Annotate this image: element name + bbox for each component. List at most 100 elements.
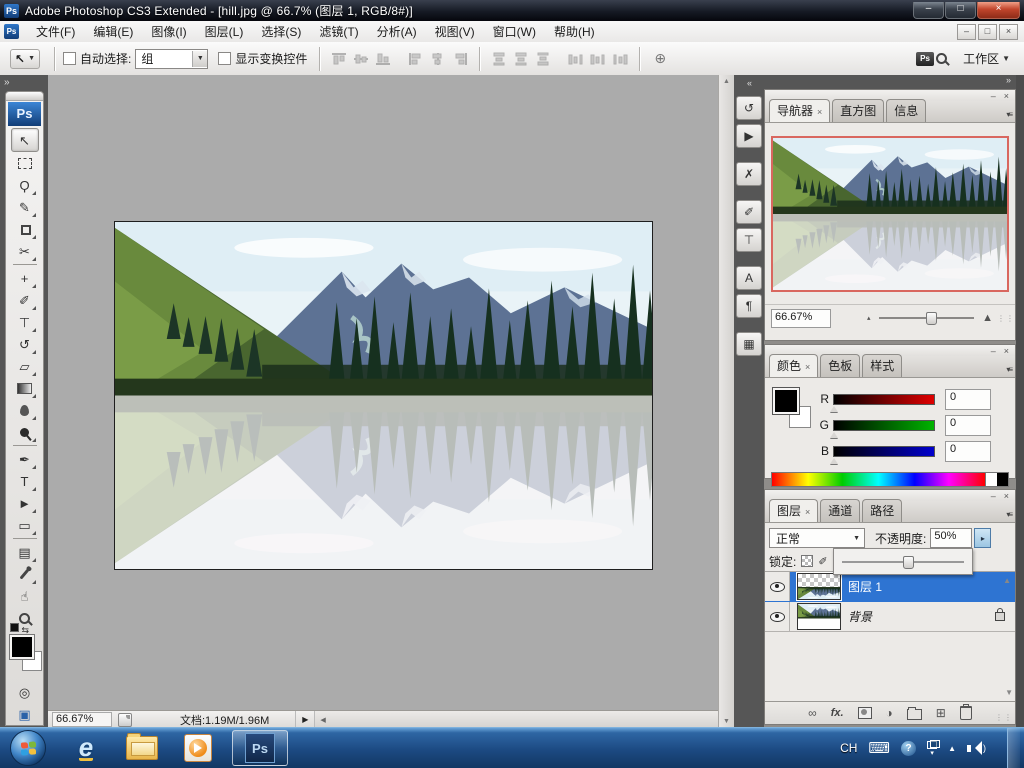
- clone-stamp-tool[interactable]: ⊤: [12, 311, 38, 333]
- status-options-arrow-icon[interactable]: ▶: [295, 711, 316, 728]
- brush-tool[interactable]: ✐: [12, 289, 38, 311]
- align-left-edges-icon[interactable]: [408, 52, 424, 66]
- scroll-up-icon[interactable]: ▲: [723, 75, 730, 88]
- tab-layers[interactable]: 图层 ×: [769, 499, 819, 522]
- workspace-button[interactable]: 工作区 ▼: [963, 50, 1010, 67]
- quick-selection-tool[interactable]: ✎: [12, 196, 38, 218]
- taskbar-media-player[interactable]: [176, 730, 220, 766]
- new-group-icon[interactable]: [906, 707, 922, 720]
- window-tray-icon[interactable]: ▾: [927, 739, 941, 757]
- visibility-cell[interactable]: [765, 602, 790, 631]
- spectrum-white[interactable]: [985, 473, 997, 486]
- status-zoom-field[interactable]: 66.67%: [52, 712, 112, 727]
- layer-row-background[interactable]: 背景: [765, 602, 1015, 632]
- dock-tool-presets-button[interactable]: ✗: [736, 162, 762, 186]
- minimize-button[interactable]: –: [913, 2, 944, 19]
- foreground-color-swatch[interactable]: [772, 387, 800, 415]
- align-vertical-centers-icon[interactable]: [353, 52, 369, 66]
- tab-histogram[interactable]: 直方图: [832, 99, 885, 122]
- align-top-edges-icon[interactable]: [331, 52, 347, 66]
- show-transform-checkbox[interactable]: [218, 52, 232, 65]
- tab-close-icon[interactable]: ×: [805, 362, 810, 372]
- dock-brushes-button[interactable]: ✐: [736, 200, 762, 224]
- keyboard-icon[interactable]: ⌨: [868, 741, 890, 756]
- align-bottom-edges-icon[interactable]: [375, 52, 391, 66]
- opacity-slider-button[interactable]: ▸: [974, 528, 992, 548]
- panel-resize-grip[interactable]: ⋮⋮: [997, 314, 1014, 323]
- lock-transparency-icon[interactable]: [801, 555, 814, 567]
- restore-button[interactable]: □: [945, 2, 976, 19]
- adjustment-layer-icon[interactable]: ◑: [886, 706, 893, 720]
- tab-paths[interactable]: 路径: [862, 499, 903, 522]
- panel-close-icon[interactable]: ×: [1004, 491, 1009, 501]
- blue-value-field[interactable]: 0: [945, 440, 991, 462]
- distribute-horizontal-centers-icon[interactable]: [590, 52, 606, 66]
- menu-image[interactable]: 图像(I): [142, 21, 195, 42]
- opacity-slider-thumb[interactable]: [903, 555, 914, 569]
- menu-edit[interactable]: 编辑(E): [84, 21, 142, 42]
- layer-name[interactable]: 背景: [848, 608, 872, 625]
- panel-menu-icon[interactable]: ▾≡: [1006, 110, 1013, 119]
- tab-swatches[interactable]: 色板: [820, 354, 861, 377]
- visibility-cell[interactable]: [765, 572, 790, 601]
- opacity-value-field[interactable]: 50%: [930, 528, 973, 548]
- menu-select[interactable]: 选择(S): [252, 21, 310, 42]
- close-button[interactable]: ×: [977, 2, 1020, 19]
- horizontal-scrollbar[interactable]: ◀: [315, 711, 718, 728]
- tab-close-icon[interactable]: ×: [817, 107, 822, 117]
- tab-color[interactable]: 颜色 ×: [769, 354, 819, 377]
- menu-window[interactable]: 窗口(W): [484, 21, 545, 42]
- delete-layer-icon[interactable]: [959, 704, 972, 720]
- blur-tool[interactable]: [12, 399, 38, 421]
- toolbox-grip[interactable]: [6, 92, 43, 101]
- menu-layer[interactable]: 图层(L): [196, 21, 253, 42]
- gradient-tool[interactable]: [12, 377, 38, 399]
- menu-file[interactable]: 文件(F): [27, 21, 84, 42]
- panel-resize-grip[interactable]: ⋮⋮: [995, 713, 1013, 722]
- dock-layer-comps-button[interactable]: ▦: [736, 332, 762, 356]
- distribute-top-edges-icon[interactable]: [491, 52, 507, 66]
- auto-align-layers-icon[interactable]: ⊕: [654, 50, 666, 67]
- eraser-tool[interactable]: ▱: [12, 355, 38, 377]
- doc-minimize-button[interactable]: –: [957, 23, 976, 40]
- menu-analysis[interactable]: 分析(A): [368, 21, 426, 42]
- spectrum-rainbow[interactable]: [772, 473, 985, 486]
- red-value-field[interactable]: 0: [945, 388, 991, 410]
- slice-tool[interactable]: ✂: [12, 240, 38, 262]
- scroll-down-icon[interactable]: ▼: [1005, 688, 1013, 697]
- navigator-zoom-slider[interactable]: [878, 312, 975, 325]
- vertical-scrollbar[interactable]: ▲ ▼: [718, 75, 734, 728]
- panels-collapse-icon[interactable]: »: [764, 75, 1016, 89]
- align-right-edges-icon[interactable]: [452, 52, 468, 66]
- distribute-right-edges-icon[interactable]: [612, 52, 628, 66]
- type-tool[interactable]: T: [12, 470, 38, 492]
- panel-minimize-icon[interactable]: –: [991, 91, 996, 101]
- red-slider[interactable]: [830, 393, 935, 412]
- auto-select-checkbox[interactable]: [63, 52, 76, 65]
- zoom-out-icon[interactable]: ▴: [867, 314, 871, 322]
- doc-close-button[interactable]: ×: [999, 23, 1018, 40]
- blend-mode-dropdown[interactable]: 正常 ▼: [769, 528, 865, 548]
- tab-navigator[interactable]: 导航器 ×: [769, 99, 831, 122]
- show-desktop-button[interactable]: [1007, 728, 1020, 768]
- panel-minimize-icon[interactable]: –: [991, 491, 996, 501]
- dock-collapse-icon[interactable]: «: [747, 75, 752, 94]
- dock-character-button[interactable]: A: [736, 266, 762, 290]
- layer-mask-icon[interactable]: [857, 707, 872, 719]
- red-slider-thumb[interactable]: [830, 405, 838, 412]
- background-thumbnail[interactable]: [797, 603, 841, 630]
- panel-menu-icon[interactable]: ▾≡: [1006, 510, 1013, 519]
- eyedropper-tool[interactable]: [12, 563, 38, 585]
- doc-restore-button[interactable]: □: [978, 23, 997, 40]
- menu-filter[interactable]: 滤镜(T): [310, 21, 367, 42]
- color-spectrum-bar[interactable]: [771, 472, 1009, 487]
- healing-brush-tool[interactable]: +: [12, 267, 38, 289]
- zoom-in-icon[interactable]: ▲: [982, 312, 993, 324]
- menu-help[interactable]: 帮助(H): [545, 21, 604, 42]
- dock-actions-button[interactable]: ▶: [736, 124, 762, 148]
- tab-styles[interactable]: 样式: [862, 354, 903, 377]
- green-value-field[interactable]: 0: [945, 414, 991, 436]
- zoom-slider-thumb[interactable]: [926, 312, 938, 325]
- move-tool[interactable]: ↖: [10, 128, 39, 152]
- opacity-slider-track[interactable]: [842, 555, 964, 569]
